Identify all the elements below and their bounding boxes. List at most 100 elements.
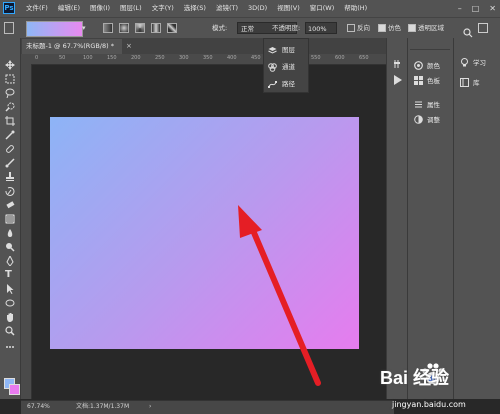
type-tool-icon[interactable]: T — [5, 270, 15, 280]
quick-selection-tool-icon[interactable] — [5, 102, 15, 112]
menu-type[interactable]: 文字(Y) — [152, 0, 174, 17]
brush-tool-icon[interactable] — [5, 158, 15, 168]
tools-panel: T — [0, 38, 21, 399]
clone-stamp-tool-icon[interactable] — [5, 172, 15, 182]
paths-panel-button[interactable]: 路径 — [268, 77, 295, 89]
linear-gradient-icon[interactable] — [103, 23, 113, 33]
ruler-label: 550 — [311, 55, 321, 61]
ruler-horizontal: 0 50 100 150 200 250 300 350 400 450 500… — [21, 54, 394, 65]
ruler-label: 150 — [107, 55, 117, 61]
layers-panel-button[interactable]: 图层 — [268, 43, 295, 55]
menu-3d[interactable]: 3D(D) — [248, 0, 267, 17]
ruler-label: 450 — [251, 55, 261, 61]
close-button[interactable]: ✕ — [489, 4, 496, 13]
swatches-label: 色板 — [427, 76, 440, 85]
reflected-gradient-icon[interactable] — [151, 23, 161, 33]
opacity-label: 不透明度: — [272, 24, 301, 32]
radial-gradient-icon[interactable] — [119, 23, 129, 33]
status-bar: 67.74% 文档:1.37M/1.37M › — [21, 400, 394, 414]
lasso-tool-icon[interactable] — [5, 88, 15, 98]
panel-strip-learn: 学习 库 — [453, 38, 500, 399]
history-brush-tool-icon[interactable] — [5, 186, 15, 196]
search-icon[interactable] — [463, 23, 473, 38]
document-canvas[interactable] — [50, 117, 359, 349]
opacity-input[interactable]: 100% — [305, 22, 337, 34]
library-panel-button[interactable]: 库 — [460, 72, 480, 91]
move-tool-icon[interactable] — [5, 60, 15, 70]
watermark-brand: Bai 经验 — [380, 368, 450, 388]
menu-help[interactable]: 帮助(H) — [344, 0, 367, 17]
hand-tool-icon[interactable] — [5, 312, 15, 322]
paths-icon — [268, 74, 277, 93]
library-icon — [460, 72, 469, 91]
ruler-label: 650 — [359, 55, 369, 61]
dither-checkbox[interactable] — [378, 24, 386, 32]
panel-strip-color: 颜色 色板 属性 调整 — [407, 38, 453, 399]
mode-label: 模式: — [212, 24, 228, 32]
menu-view[interactable]: 视图(V) — [277, 0, 300, 17]
document-close-button[interactable]: × — [126, 39, 132, 54]
adjustments-icon — [414, 109, 423, 128]
diamond-gradient-icon[interactable] — [167, 23, 177, 33]
reverse-label: 反向 — [357, 24, 370, 32]
panel-divider — [410, 49, 450, 50]
more-tools-icon[interactable] — [5, 342, 15, 352]
crop-tool-icon[interactable] — [5, 116, 15, 126]
blur-tool-icon[interactable] — [5, 228, 15, 238]
channels-label: 通道 — [282, 63, 295, 71]
swatches-icon — [414, 70, 423, 89]
healing-brush-tool-icon[interactable] — [5, 144, 15, 154]
background-color-swatch[interactable] — [9, 384, 20, 395]
pen-tool-icon[interactable] — [5, 256, 15, 266]
eyedropper-tool-icon[interactable] — [5, 130, 15, 140]
menu-bar: Ps 文件(F) 编辑(E) 图像(I) 图层(L) 文字(Y) 选择(S) 滤… — [0, 0, 500, 17]
adjustments-panel-button[interactable]: 调整 — [414, 109, 440, 128]
shape-tool-icon[interactable] — [5, 298, 15, 308]
minimize-button[interactable]: – — [458, 4, 462, 13]
maximize-button[interactable]: □ — [472, 4, 480, 13]
gradient-picker[interactable] — [26, 21, 83, 37]
swatches-panel-button[interactable]: 色板 — [414, 70, 440, 89]
path-selection-tool-icon[interactable] — [5, 284, 15, 294]
angle-gradient-icon[interactable] — [135, 23, 145, 33]
chevron-down-icon[interactable]: ▾ — [82, 21, 90, 35]
history-icon[interactable] — [392, 54, 402, 68]
learn-panel-button[interactable]: 学习 — [460, 52, 486, 71]
zoom-level[interactable]: 67.74% — [27, 401, 50, 413]
transparency-checkbox[interactable] — [408, 24, 416, 32]
ruler-label: 400 — [227, 55, 237, 61]
ruler-label: 50 — [59, 55, 66, 61]
eraser-tool-icon[interactable] — [5, 200, 15, 210]
status-menu-chevron-icon[interactable]: › — [149, 401, 151, 413]
menu-file[interactable]: 文件(F) — [26, 0, 48, 17]
actions-play-icon[interactable] — [393, 70, 403, 85]
marquee-tool-icon[interactable] — [5, 74, 15, 84]
lightbulb-icon — [460, 52, 469, 71]
window-controls: – □ ✕ — [458, 0, 496, 17]
menu-window[interactable]: 窗口(W) — [310, 0, 335, 17]
photoshop-logo: Ps — [3, 2, 15, 14]
learn-label: 学习 — [473, 58, 486, 67]
watermark-url: jingyan.baidu.com — [392, 400, 466, 409]
dodge-tool-icon[interactable] — [5, 242, 15, 252]
ruler-label: 600 — [335, 55, 345, 61]
menu-edit[interactable]: 编辑(E) — [58, 0, 80, 17]
document-tab[interactable]: 未标题-1 @ 67.7%(RGB/8) * — [22, 39, 122, 54]
transparency-label: 透明区域 — [418, 24, 444, 32]
baidu-watermark: du Bai 经验 jingyan.baidu.com — [380, 360, 498, 412]
workspace-icon[interactable] — [478, 23, 488, 33]
properties-label: 属性 — [427, 100, 440, 109]
menu-select[interactable]: 选择(S) — [184, 0, 206, 17]
zoom-tool-icon[interactable] — [5, 326, 15, 336]
adjustments-label: 调整 — [427, 115, 440, 124]
menu-filter[interactable]: 滤镜(T) — [216, 0, 238, 17]
gradient-tool-icon[interactable] — [5, 214, 15, 224]
ruler-vertical — [21, 64, 32, 399]
menu-layer[interactable]: 图层(L) — [120, 0, 142, 17]
paths-label: 路径 — [282, 80, 295, 88]
reverse-checkbox[interactable] — [347, 24, 355, 32]
gradient-tool-preset-icon[interactable] — [4, 22, 14, 34]
ruler-label: 250 — [155, 55, 165, 61]
channels-panel-button[interactable]: 通道 — [268, 60, 295, 72]
menu-image[interactable]: 图像(I) — [90, 0, 110, 17]
